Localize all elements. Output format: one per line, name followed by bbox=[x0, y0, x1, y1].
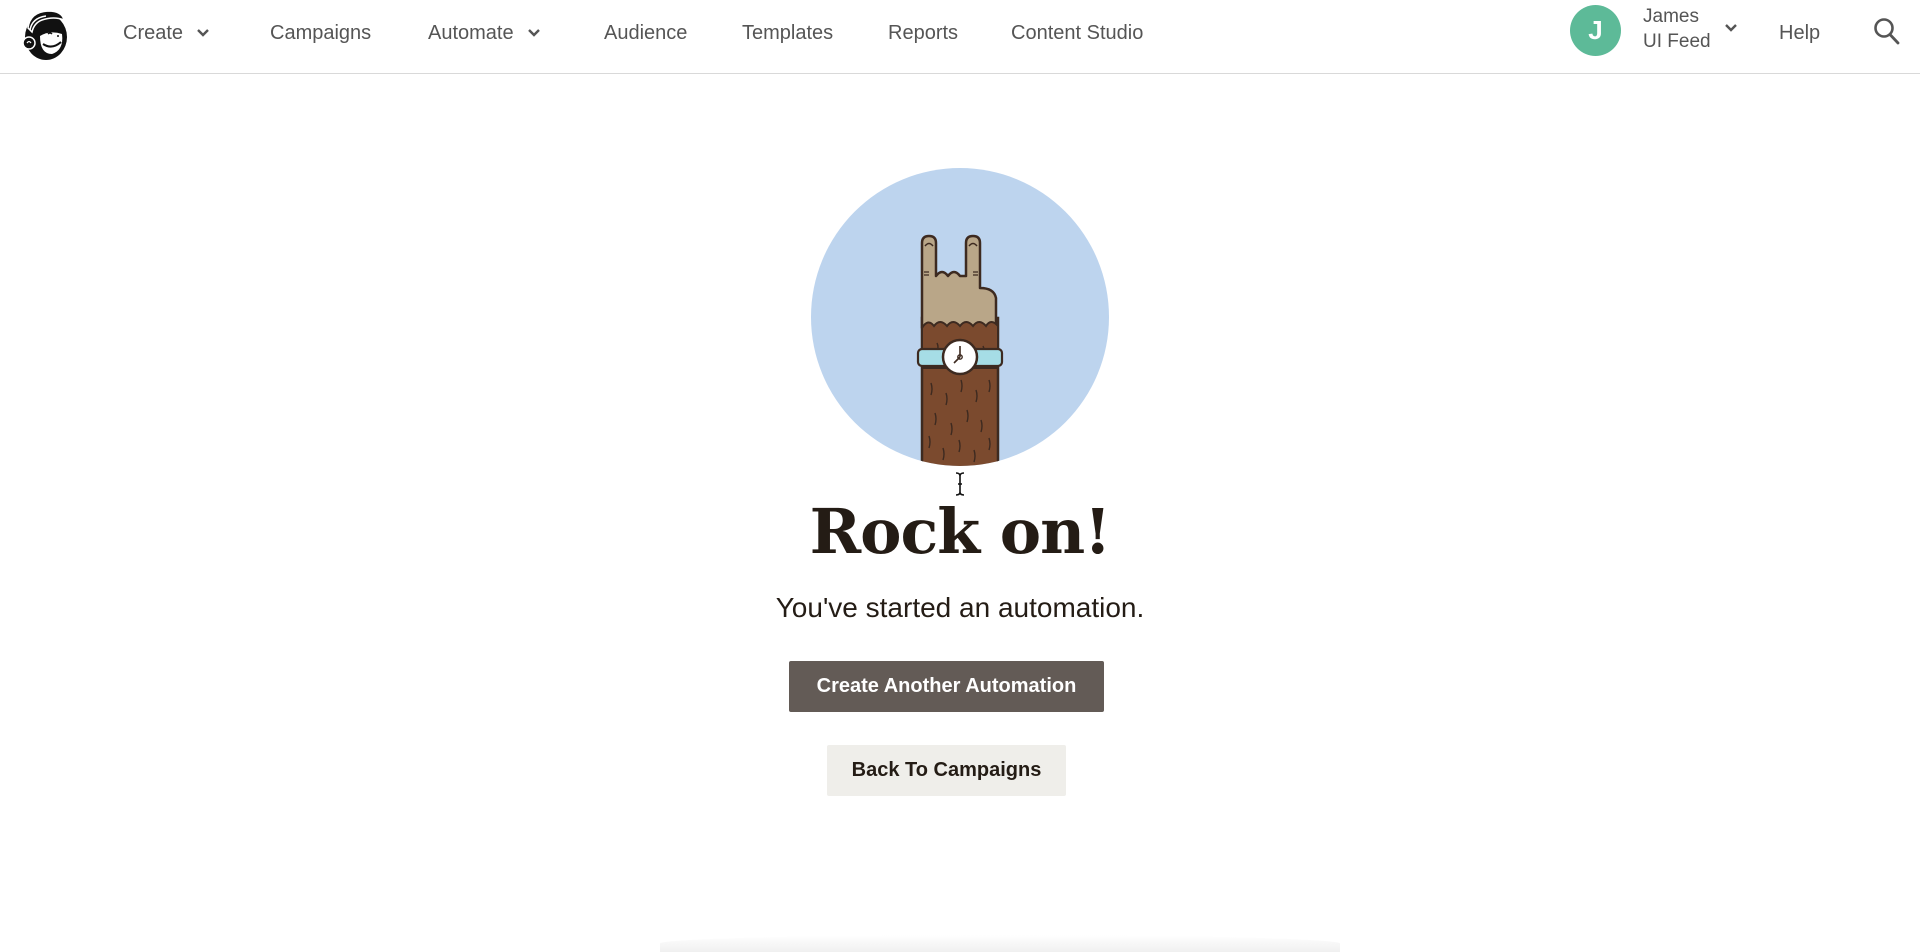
avatar-initial: J bbox=[1588, 15, 1603, 45]
create-another-automation-button[interactable]: Create Another Automation bbox=[789, 661, 1104, 712]
chevron-down-icon bbox=[527, 29, 540, 37]
nav-reports[interactable]: Reports bbox=[888, 20, 958, 46]
footer-shadow bbox=[660, 935, 1340, 952]
top-navigation-bar: Create Campaigns Automate Audience Templ… bbox=[0, 0, 1920, 74]
nav-create[interactable]: Create bbox=[123, 20, 211, 46]
nav-campaigns[interactable]: Campaigns bbox=[270, 20, 371, 46]
nav-help[interactable]: Help bbox=[1779, 20, 1820, 46]
mailchimp-logo-icon[interactable] bbox=[18, 6, 70, 62]
avatar[interactable]: J bbox=[1570, 5, 1621, 56]
page-title: Rock on! bbox=[809, 495, 1112, 568]
nav-help-label: Help bbox=[1779, 22, 1821, 44]
chevron-down-icon[interactable] bbox=[1723, 20, 1739, 36]
account-org: UI Feed bbox=[1643, 31, 1711, 52]
nav-campaigns-label: Campaigns bbox=[270, 22, 372, 44]
nav-automate[interactable]: Automate bbox=[428, 20, 542, 46]
account-name: James bbox=[1643, 6, 1699, 27]
search-icon[interactable] bbox=[1873, 16, 1901, 46]
back-to-campaigns-button[interactable]: Back To Campaigns bbox=[827, 745, 1066, 796]
account-menu[interactable]: James UI Feed bbox=[1643, 4, 1711, 54]
nav-audience[interactable]: Audience bbox=[604, 20, 687, 46]
nav-create-label: Create bbox=[123, 22, 184, 44]
confirmation-message: You've started an automation. bbox=[775, 592, 1145, 623]
nav-content-studio[interactable]: Content Studio bbox=[1011, 20, 1143, 46]
text-cursor-icon bbox=[955, 472, 965, 496]
nav-automate-label: Automate bbox=[428, 22, 514, 44]
nav-templates-label: Templates bbox=[742, 22, 834, 44]
rock-on-illustration bbox=[811, 168, 1109, 466]
nav-content-studio-label: Content Studio bbox=[1011, 22, 1144, 44]
nav-audience-label: Audience bbox=[604, 22, 688, 44]
nav-reports-label: Reports bbox=[888, 22, 959, 44]
nav-templates[interactable]: Templates bbox=[742, 20, 833, 46]
chevron-down-icon bbox=[197, 29, 209, 37]
